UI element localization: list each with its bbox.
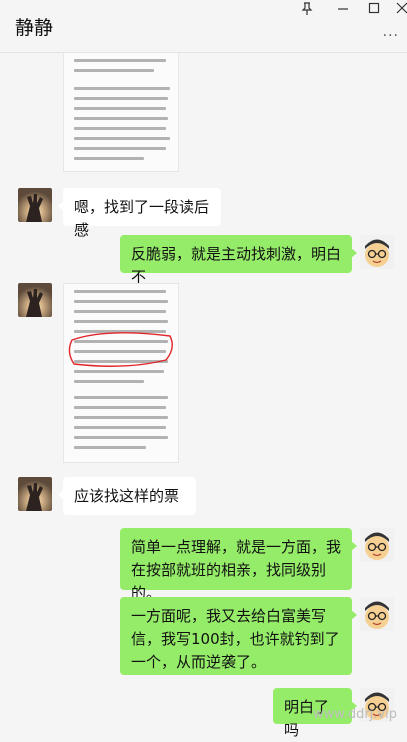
message-text: 嗯，找到了一段读后感 [74, 198, 210, 239]
user-avatar[interactable] [360, 528, 394, 562]
maximize-icon[interactable] [364, 2, 384, 18]
image-message[interactable] [63, 283, 179, 463]
message-bubble-outgoing[interactable]: 反脆弱，就是主动找刺激，明白不 [120, 235, 357, 286]
image-message[interactable] [63, 52, 179, 172]
close-icon[interactable] [392, 2, 407, 18]
minimize-icon[interactable] [333, 2, 353, 18]
watermark: www.ddrj.vip [313, 707, 397, 722]
message-text: 一方面呢，我又去给白富美写信，我写100封，也许就钓到了一个，从而逆袭了。 [131, 607, 340, 671]
pin-icon[interactable] [297, 2, 317, 18]
message-bubble-outgoing[interactable]: 简单一点理解，就是一方面，我在按部就班的相亲，找同级别的。 [120, 528, 357, 602]
message-text: 反脆弱，就是主动找刺激，明白不 [131, 245, 342, 286]
red-annotation-circle [68, 332, 173, 367]
more-options-button[interactable]: ··· [383, 28, 399, 44]
message-text: 应该找这样的票 [74, 487, 180, 505]
message-bubble-outgoing[interactable]: 一方面呢，我又去给白富美写信，我写100封，也许就钓到了一个，从而逆袭了。 [120, 597, 357, 675]
contact-avatar[interactable] [18, 283, 52, 317]
message-bubble-incoming[interactable]: 嗯，找到了一段读后感 [58, 188, 221, 239]
chat-title: 静静 [15, 17, 54, 39]
contact-avatar[interactable] [18, 477, 52, 511]
chat-header: 静静 ··· [0, 0, 407, 53]
message-bubble-incoming[interactable]: 应该找这样的票 [58, 477, 196, 515]
user-avatar[interactable] [360, 235, 394, 269]
user-avatar[interactable] [360, 597, 394, 631]
contact-avatar[interactable] [18, 188, 52, 222]
message-text: 简单一点理解，就是一方面，我在按部就班的相亲，找同级别的。 [131, 538, 342, 602]
